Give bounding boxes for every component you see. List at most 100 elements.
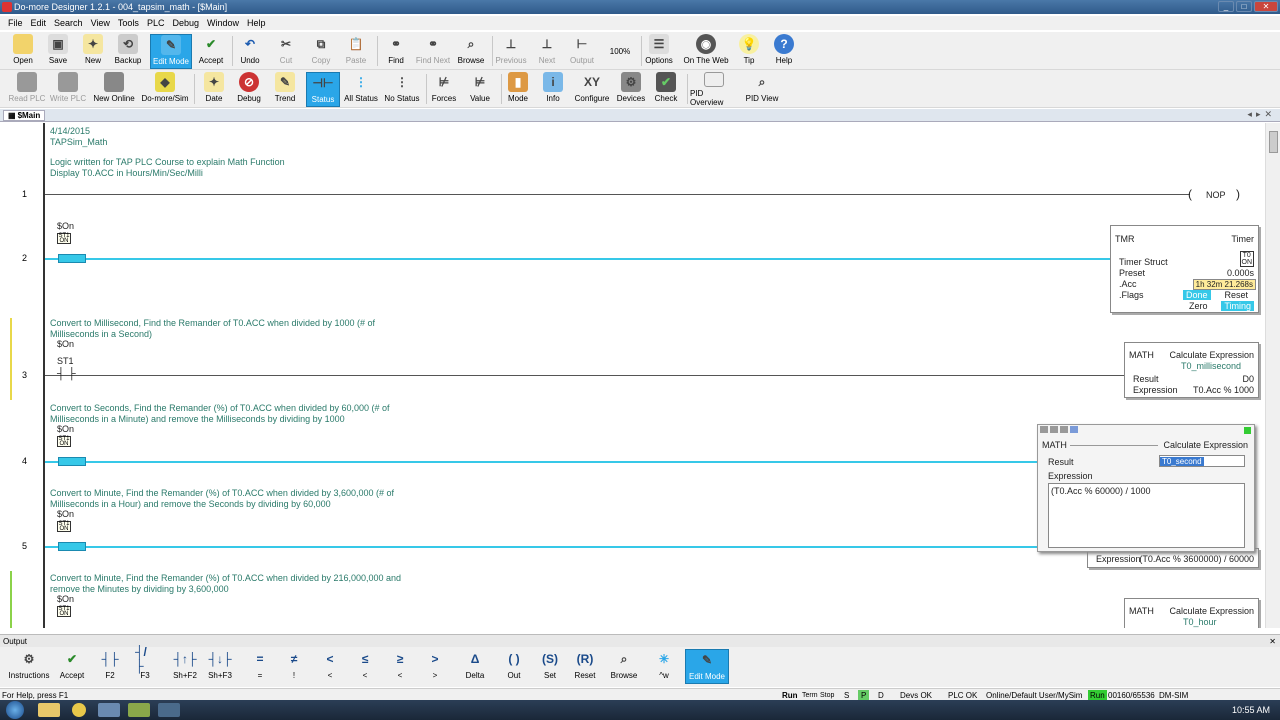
find-button[interactable]: ⚭ Find bbox=[376, 34, 416, 69]
backup-button[interactable]: ⟲ Backup bbox=[108, 34, 148, 69]
less-than-button[interactable]: < < bbox=[310, 649, 350, 684]
on-contact[interactable] bbox=[58, 542, 86, 551]
next-button[interactable]: ⊥ Next bbox=[527, 34, 567, 69]
math-hour-box[interactable]: MATH Calculate Expression T0_hour bbox=[1124, 598, 1259, 628]
edit-mode-button[interactable]: ✎ Edit Mode bbox=[150, 34, 192, 69]
set-coil-button[interactable]: (S) Set bbox=[530, 649, 570, 684]
configure-button[interactable]: XY Configure bbox=[572, 72, 612, 107]
pid-view-button[interactable]: ⌕ PID View bbox=[742, 72, 782, 107]
output-close-icon[interactable]: ✕ bbox=[1269, 637, 1276, 646]
close-button[interactable]: ✕ bbox=[1254, 1, 1278, 12]
check-button[interactable]: ✔ Check bbox=[646, 72, 686, 107]
minimize-button[interactable]: _ bbox=[1218, 1, 1234, 12]
greater-equal-button[interactable]: ≥ < bbox=[380, 649, 420, 684]
mode-button[interactable]: ▮ Mode bbox=[498, 72, 538, 107]
accept-button-2[interactable]: ✔ Accept bbox=[52, 649, 92, 684]
app-taskbar-icon[interactable] bbox=[98, 703, 120, 717]
run-mode-button[interactable]: Run bbox=[782, 690, 798, 700]
value-button[interactable]: ⊭ Value bbox=[460, 72, 500, 107]
popup-tool-icon[interactable] bbox=[1040, 426, 1048, 433]
explorer-taskbar-icon[interactable] bbox=[38, 703, 60, 717]
debug-button[interactable]: ⊘ Debug bbox=[229, 72, 269, 107]
popup-tool-icon[interactable] bbox=[1060, 426, 1068, 433]
delta-button[interactable]: Δ Delta bbox=[455, 649, 495, 684]
math-millisecond-box[interactable]: MATH Calculate Expression T0_millisecond… bbox=[1124, 342, 1259, 398]
math-edit-popup[interactable]: MATH Calculate Expression Result T0_seco… bbox=[1037, 424, 1255, 552]
previous-button[interactable]: ⊥ Previous bbox=[491, 34, 531, 69]
popup-tool-icon[interactable] bbox=[1050, 426, 1058, 433]
forces-button[interactable]: ⊭ Forces bbox=[424, 72, 464, 107]
ladder-editor[interactable]: 4/14/2015 TAPSim_Math Logic written for … bbox=[0, 123, 1265, 628]
sim-taskbar-icon[interactable] bbox=[158, 703, 180, 717]
find-next-button[interactable]: ⚭ Find Next bbox=[413, 34, 453, 69]
expression-textarea[interactable]: (T0.Acc % 60000) / 1000 bbox=[1048, 483, 1245, 548]
devices-button[interactable]: ⚙ Devices bbox=[611, 72, 651, 107]
new-button[interactable]: ✦ New bbox=[73, 34, 113, 69]
on-contact[interactable] bbox=[58, 254, 86, 263]
menu-search[interactable]: Search bbox=[50, 18, 87, 28]
nop-coil[interactable]: NOP bbox=[1206, 190, 1226, 200]
term-mode-button[interactable]: Term bbox=[802, 690, 818, 700]
menu-plc[interactable]: PLC bbox=[143, 18, 169, 28]
domore-taskbar-icon[interactable] bbox=[128, 703, 150, 717]
menu-help[interactable]: Help bbox=[243, 18, 270, 28]
help-button[interactable]: ? Help bbox=[764, 34, 804, 69]
f3-contact-button[interactable]: ┤/├ F3 bbox=[125, 645, 165, 684]
on-contact[interactable] bbox=[58, 457, 86, 466]
start-button-icon[interactable] bbox=[6, 701, 24, 719]
wire-button[interactable]: ✳ ^w bbox=[644, 649, 684, 684]
shf3-button[interactable]: ┤↓├ Sh+F3 bbox=[200, 649, 240, 684]
tab-nav-controls[interactable]: ◂▸✕ bbox=[1247, 109, 1276, 120]
instructions-button[interactable]: ⚙ Instructions bbox=[8, 649, 50, 684]
save-button[interactable]: ▣ Save bbox=[38, 34, 78, 69]
menu-window[interactable]: Window bbox=[203, 18, 243, 28]
read-plc-button[interactable]: Read PLC bbox=[7, 72, 47, 107]
st1-contact[interactable]: ┤ ├ bbox=[57, 368, 76, 380]
f2-contact-button[interactable]: ┤├ F2 bbox=[90, 649, 130, 684]
copy-button[interactable]: ⧉ Copy bbox=[301, 34, 341, 69]
menu-file[interactable]: File bbox=[4, 18, 27, 28]
options-button[interactable]: ☰ Options bbox=[639, 34, 679, 69]
domore-sim-button[interactable]: ◆ Do-more/Sim bbox=[140, 72, 190, 107]
tab-main[interactable]: ▦ $Main bbox=[3, 110, 46, 121]
menu-view[interactable]: View bbox=[87, 18, 114, 28]
stop-mode-button[interactable]: Stop bbox=[820, 690, 834, 700]
not-equal-button[interactable]: ≠! bbox=[274, 649, 314, 684]
popup-accept-icon[interactable] bbox=[1244, 427, 1251, 434]
popup-help-icon[interactable] bbox=[1070, 426, 1078, 433]
info-button[interactable]: i Info bbox=[533, 72, 573, 107]
all-status-button[interactable]: ⋮ All Status bbox=[342, 72, 380, 107]
pid-overview-button[interactable]: PID Overview bbox=[690, 72, 738, 107]
result-field[interactable]: T0_second bbox=[1159, 455, 1245, 467]
greater-than-button[interactable]: > > bbox=[415, 649, 455, 684]
accept-button[interactable]: ✔ Accept bbox=[191, 34, 231, 69]
menu-tools[interactable]: Tools bbox=[114, 18, 143, 28]
tmr-instruction-box[interactable]: TMR Timer Timer Struct T0 ON Preset 0.000… bbox=[1110, 225, 1259, 313]
cut-button[interactable]: ✂ Cut bbox=[266, 34, 306, 69]
chrome-taskbar-icon[interactable] bbox=[72, 703, 86, 717]
reset-coil-button[interactable]: (R) Reset bbox=[565, 649, 605, 684]
shf2-button[interactable]: ┤↑├ Sh+F2 bbox=[165, 649, 205, 684]
undo-button[interactable]: ↶ Undo bbox=[230, 34, 270, 69]
date-button[interactable]: ✦ Date bbox=[194, 72, 234, 107]
browse-button-2[interactable]: ⌕ Browse bbox=[604, 649, 644, 684]
paste-button[interactable]: 📋 Paste bbox=[336, 34, 376, 69]
browse-button[interactable]: ⌕ Browse bbox=[451, 34, 491, 69]
less-equal-button[interactable]: ≤ < bbox=[345, 649, 385, 684]
edit-mode-button-2[interactable]: ✎ Edit Mode bbox=[685, 649, 729, 684]
menu-debug[interactable]: Debug bbox=[168, 18, 203, 28]
maximize-button[interactable]: □ bbox=[1236, 1, 1252, 12]
scroll-thumb[interactable] bbox=[1269, 131, 1278, 153]
write-plc-button[interactable]: Write PLC bbox=[48, 72, 88, 107]
menu-edit[interactable]: Edit bbox=[27, 18, 51, 28]
on-the-web-button[interactable]: ◉ On The Web bbox=[683, 34, 729, 69]
output-button[interactable]: ⊢ Output bbox=[562, 34, 602, 69]
out-coil-button[interactable]: ( ) Out bbox=[494, 649, 534, 684]
trend-button[interactable]: ✎ Trend bbox=[265, 72, 305, 107]
open-button[interactable]: Open bbox=[3, 34, 43, 69]
new-online-button[interactable]: New Online bbox=[92, 72, 136, 107]
tip-button[interactable]: 💡 Tip bbox=[729, 34, 769, 69]
no-status-button[interactable]: ⋮ No Status bbox=[382, 72, 422, 107]
vertical-scrollbar[interactable] bbox=[1265, 123, 1280, 628]
status-button[interactable]: ⊣⊢ Status bbox=[306, 72, 340, 107]
